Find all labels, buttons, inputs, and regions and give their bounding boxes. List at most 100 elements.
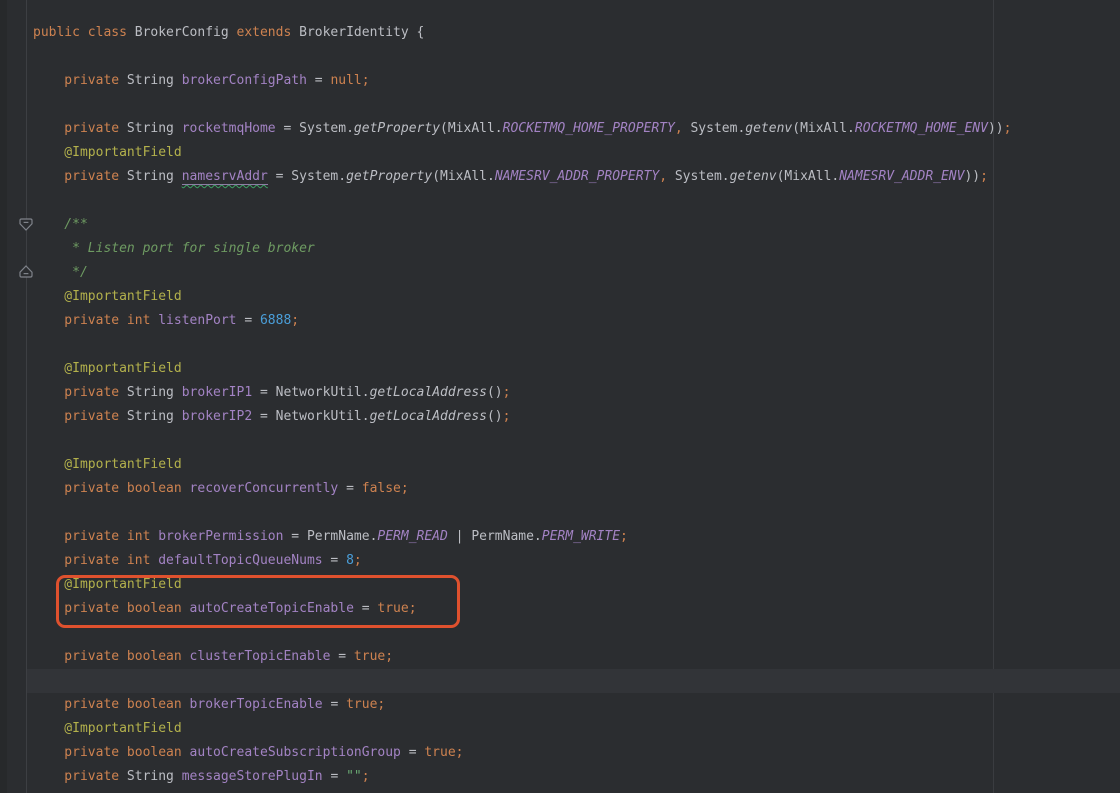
- code-token-annotation: @ImportantField: [33, 361, 182, 376]
- code-line[interactable]: /**: [33, 213, 1011, 237]
- code-token-keyword: true: [346, 697, 377, 712]
- code-token-default: =: [244, 313, 260, 328]
- code-token-doc-comment: /**: [33, 217, 88, 232]
- code-line[interactable]: private String messageStorePlugIn = "";: [33, 765, 1011, 789]
- code-token-keyword: private boolean: [33, 697, 190, 712]
- code-token-keyword: private int: [33, 553, 158, 568]
- code-line[interactable]: [33, 501, 1011, 525]
- code-token-keyword: private: [33, 409, 127, 424]
- code-token-static-method-italic: getLocalAddress: [370, 409, 487, 424]
- code-token-static-method-italic: getProperty: [346, 169, 432, 184]
- code-line[interactable]: private int listenPort = 6888;: [33, 309, 1011, 333]
- code-token-static-method-italic: getenv: [730, 169, 777, 184]
- code-line[interactable]: public class BrokerConfig extends Broker…: [33, 21, 1011, 45]
- code-token-default: (MixAll.: [440, 121, 503, 136]
- code-line[interactable]: @ImportantField: [33, 453, 1011, 477]
- code-token-default: | PermName.: [448, 529, 542, 544]
- code-token-doc-comment: * Listen port for single broker: [33, 241, 315, 256]
- code-line[interactable]: private boolean autoCreateSubscriptionGr…: [33, 741, 1011, 765]
- code-token-annotation: @ImportantField: [33, 457, 182, 472]
- code-token-annotation: @ImportantField: [33, 289, 182, 304]
- code-token-default: System.: [683, 121, 746, 136]
- code-line[interactable]: @ImportantField: [33, 141, 1011, 165]
- code-token-default: = NetworkUtil.: [260, 385, 370, 400]
- code-token-keyword: private boolean: [33, 745, 190, 760]
- code-editor[interactable]: public class BrokerConfig extends Broker…: [0, 0, 1120, 793]
- code-token-keyword: private: [33, 169, 127, 184]
- code-token-default: =: [409, 745, 425, 760]
- code-token-keyword: private: [33, 769, 127, 784]
- code-token-keyword: private boolean: [33, 481, 190, 496]
- code-token-field-name: rocketmqHome: [182, 121, 284, 136]
- code-token-static-method-italic: getProperty: [354, 121, 440, 136]
- code-token-keyword: ;: [362, 769, 370, 784]
- code-token-keyword: ;: [354, 553, 362, 568]
- code-line[interactable]: private String namesrvAddr = System.getP…: [33, 165, 1011, 189]
- code-line[interactable]: @ImportantField: [33, 357, 1011, 381]
- code-token-keyword: private int: [33, 313, 158, 328]
- code-token-field-name: messageStorePlugIn: [182, 769, 331, 784]
- code-token-keyword: null: [330, 73, 361, 88]
- code-token-keyword: private boolean: [33, 649, 190, 664]
- code-line[interactable]: private String brokerIP2 = NetworkUtil.g…: [33, 405, 1011, 429]
- code-line[interactable]: private String brokerConfigPath = null;: [33, 69, 1011, 93]
- code-token-default: (MixAll.: [432, 169, 495, 184]
- code-token-default: String: [127, 73, 182, 88]
- code-line[interactable]: private int brokerPermission = PermName.…: [33, 525, 1011, 549]
- code-token-field-name-typo-underline: namesrvAddr: [182, 169, 268, 185]
- code-line[interactable]: private boolean clusterTopicEnable = tru…: [33, 645, 1011, 669]
- code-token-default: )): [964, 169, 980, 184]
- code-token-keyword: public class: [33, 25, 135, 40]
- code-token-field-name: brokerPermission: [158, 529, 291, 544]
- code-token-default: System.: [667, 169, 730, 184]
- code-line[interactable]: [33, 45, 1011, 69]
- code-token-default: (): [487, 385, 503, 400]
- code-line[interactable]: private String brokerIP1 = NetworkUtil.g…: [33, 381, 1011, 405]
- code-token-constant-italic: PERM_WRITE: [542, 529, 620, 544]
- code-token-keyword: ;: [503, 385, 511, 400]
- code-token-keyword: ;: [980, 169, 988, 184]
- code-token-field-name: brokerTopicEnable: [190, 697, 331, 712]
- code-line[interactable]: private boolean recoverConcurrently = fa…: [33, 477, 1011, 501]
- code-line[interactable]: [33, 669, 1011, 693]
- code-line[interactable]: [33, 93, 1011, 117]
- code-token-default: = PermName.: [291, 529, 377, 544]
- code-token-default: =: [338, 649, 354, 664]
- code-token-default: String: [127, 385, 182, 400]
- code-token-default: (MixAll.: [777, 169, 840, 184]
- code-token-keyword: private: [33, 385, 127, 400]
- code-token-default: String: [127, 769, 182, 784]
- code-token-default: =: [346, 481, 362, 496]
- code-line[interactable]: [33, 189, 1011, 213]
- code-token-default: BrokerConfig: [135, 25, 237, 40]
- code-token-default: =: [362, 601, 378, 616]
- code-token-keyword: private: [33, 73, 127, 88]
- code-line[interactable]: [33, 621, 1011, 645]
- code-token-default: =: [330, 553, 346, 568]
- code-line[interactable]: [33, 333, 1011, 357]
- code-token-keyword: ;: [1004, 121, 1012, 136]
- code-token-annotation: @ImportantField: [33, 145, 182, 160]
- code-token-keyword: private int: [33, 529, 158, 544]
- code-token-keyword: ;: [377, 697, 385, 712]
- code-token-static-method-italic: getenv: [745, 121, 792, 136]
- code-lines[interactable]: public class BrokerConfig extends Broker…: [33, 21, 1011, 789]
- code-line[interactable]: @ImportantField: [33, 285, 1011, 309]
- code-line[interactable]: @ImportantField: [33, 573, 1011, 597]
- code-line[interactable]: * Listen port for single broker: [33, 237, 1011, 261]
- code-line[interactable]: private boolean autoCreateTopicEnable = …: [33, 597, 1011, 621]
- code-line[interactable]: */: [33, 261, 1011, 285]
- code-token-keyword: ;: [291, 313, 299, 328]
- code-line[interactable]: private boolean brokerTopicEnable = true…: [33, 693, 1011, 717]
- code-token-constant-italic: PERM_READ: [377, 529, 447, 544]
- code-token-default: = NetworkUtil.: [260, 409, 370, 424]
- code-line[interactable]: @ImportantField: [33, 717, 1011, 741]
- code-line[interactable]: private String rocketmqHome = System.get…: [33, 117, 1011, 141]
- code-token-field-name: defaultTopicQueueNums: [158, 553, 330, 568]
- code-line[interactable]: private int defaultTopicQueueNums = 8;: [33, 549, 1011, 573]
- code-token-default: =: [330, 769, 346, 784]
- code-line[interactable]: [33, 429, 1011, 453]
- code-token-keyword: false: [362, 481, 401, 496]
- fold-region-end-icon[interactable]: [19, 265, 33, 278]
- fold-region-start-icon[interactable]: [19, 218, 33, 231]
